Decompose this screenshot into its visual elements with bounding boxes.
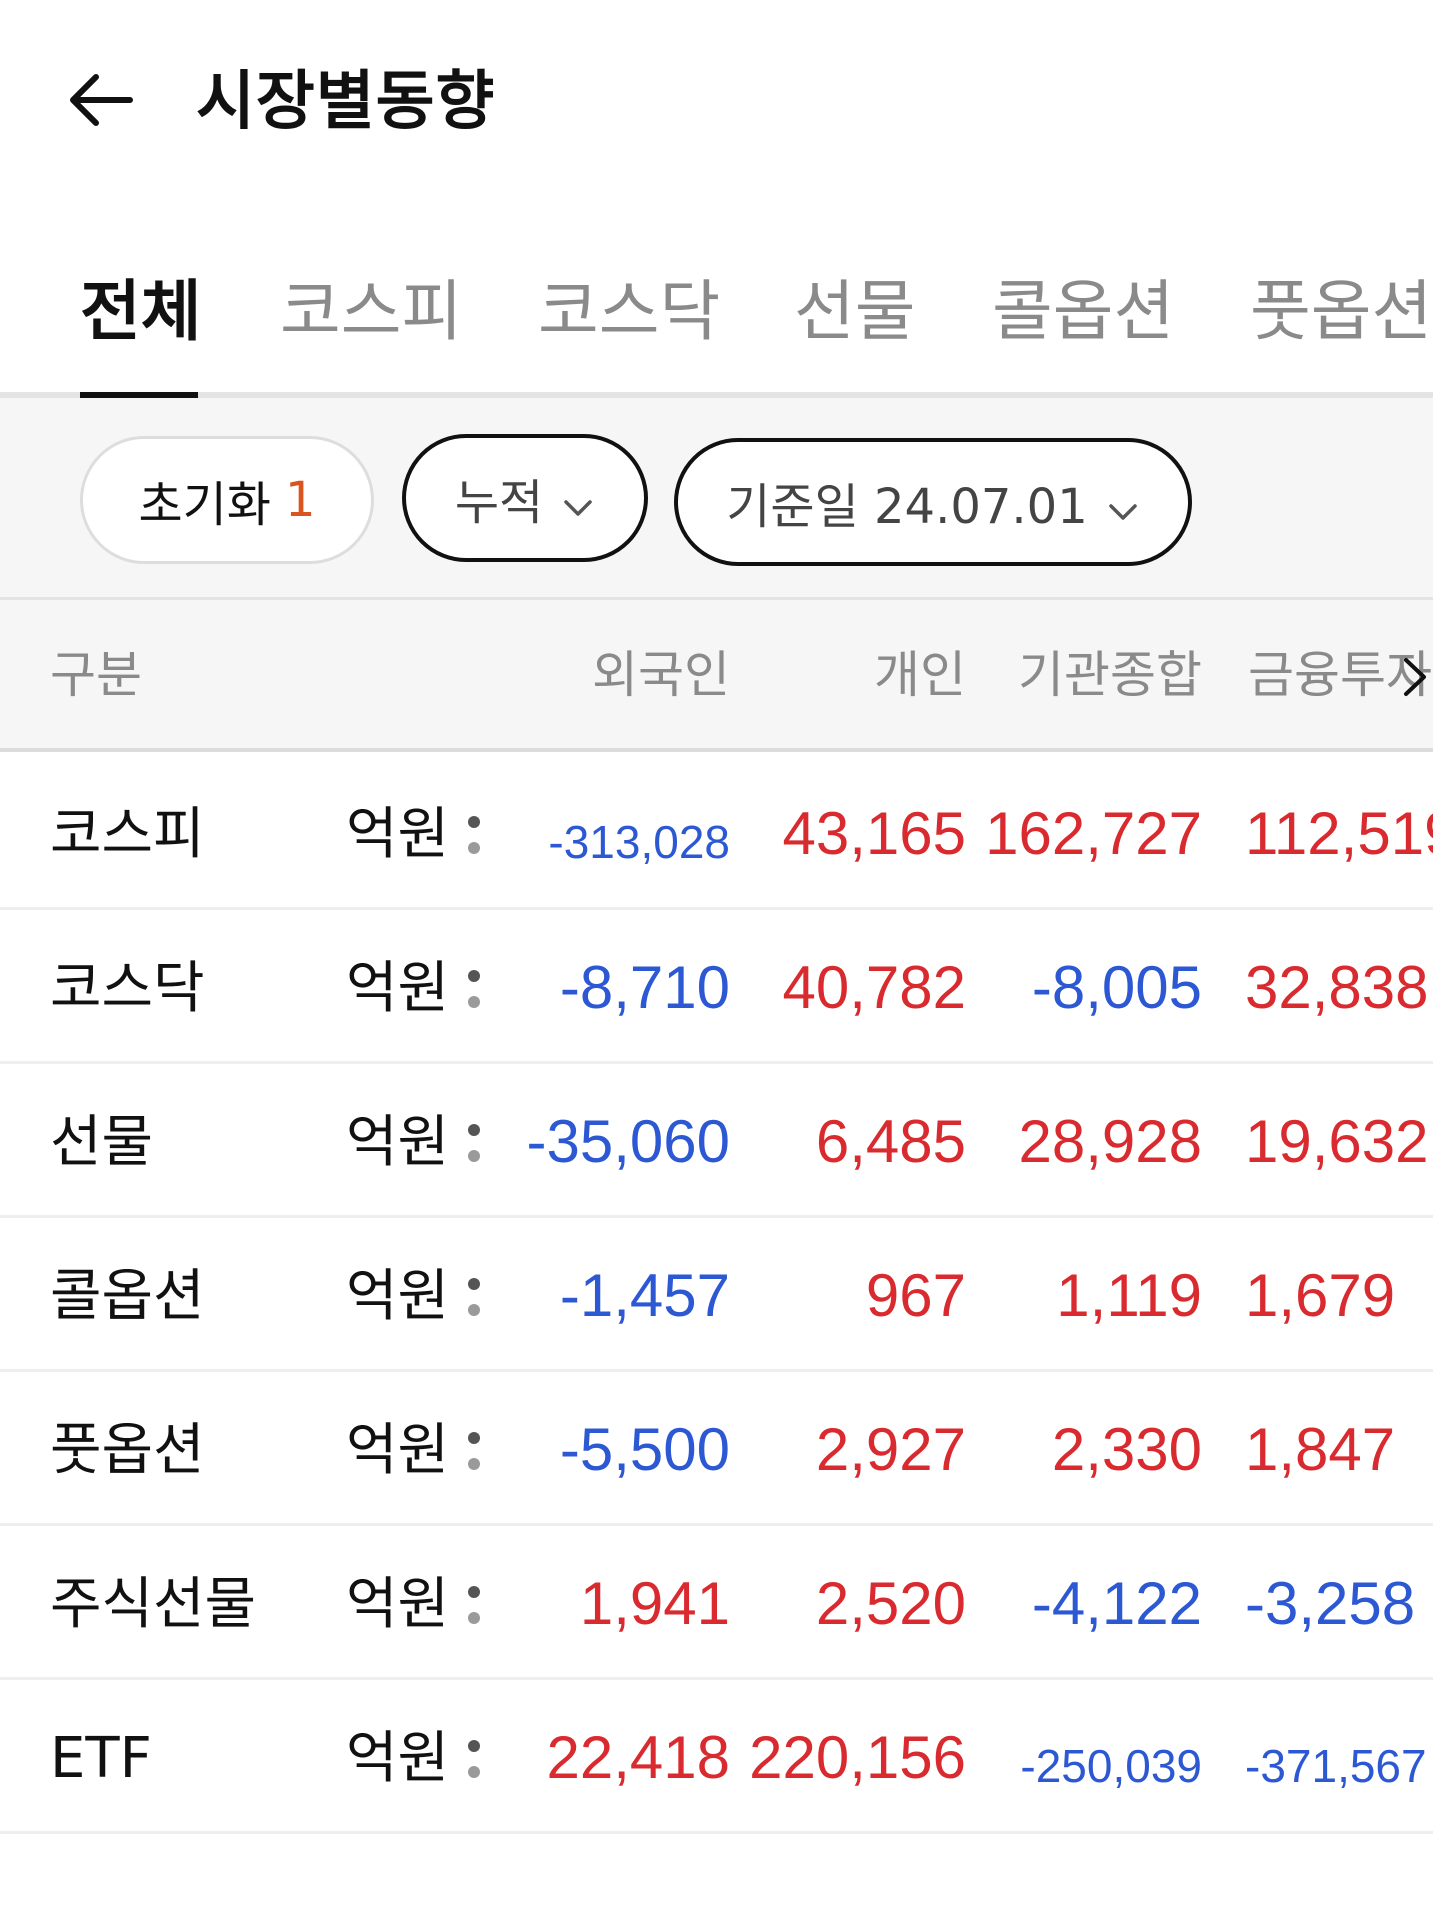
cell-financial: 32,838 xyxy=(1245,954,1429,1021)
tab-futures[interactable]: 선물 xyxy=(794,262,915,392)
tab-kospi[interactable]: 코스피 xyxy=(280,262,462,392)
cell-institution: -4,122 xyxy=(1031,1570,1202,1637)
reset-label: 초기화 xyxy=(138,477,271,533)
accumulation-label: 누적 xyxy=(454,475,544,531)
tab-call-option[interactable]: 콜옵션 xyxy=(992,262,1174,392)
cell-institution: 2,330 xyxy=(1051,1416,1202,1483)
row-unit: 억원 xyxy=(346,1418,450,1483)
cell-individual: 43,165 xyxy=(782,800,966,867)
cell-individual: 967 xyxy=(865,1262,966,1329)
accumulation-dropdown[interactable]: 누적 xyxy=(402,434,648,562)
row-unit: 억원 xyxy=(346,802,450,867)
row-category: 선물 xyxy=(50,1110,154,1175)
row-category: 풋옵션 xyxy=(50,1418,205,1483)
table-row[interactable]: 코스피 억원 -313,028 43,165 162,727 112,519 xyxy=(0,756,1433,910)
header-category: 구분 xyxy=(50,646,142,704)
cell-institution: -8,005 xyxy=(1031,954,1202,1021)
cell-foreign: 1,941 xyxy=(579,1570,730,1637)
row-unit: 억원 xyxy=(346,956,450,1021)
more-vertical-icon[interactable] xyxy=(466,1428,482,1476)
row-category: 주식선물 xyxy=(50,1572,257,1637)
market-trend-screen: 시장별동향 전체 코스피 코스닥 선물 콜옵션 풋옵션 초기화 1 누적 기준일… xyxy=(0,0,1433,1912)
cell-financial: -3,258 xyxy=(1245,1570,1416,1637)
more-vertical-icon[interactable] xyxy=(466,812,482,860)
table-row[interactable]: 콜옵션 억원 -1,457 967 1,119 1,679 xyxy=(0,1218,1433,1372)
header-individual[interactable]: 개인 xyxy=(874,640,966,710)
tab-all[interactable]: 전체 xyxy=(80,262,201,392)
base-date-label: 기준일 24.07.01 xyxy=(726,479,1088,535)
cell-foreign: 22,418 xyxy=(546,1724,730,1791)
more-vertical-icon[interactable] xyxy=(466,1274,482,1322)
table-row[interactable]: 주식선물 억원 1,941 2,520 -4,122 -3,258 xyxy=(0,1526,1433,1680)
more-vertical-icon[interactable] xyxy=(466,1582,482,1630)
row-unit: 억원 xyxy=(346,1726,450,1791)
row-category: ETF xyxy=(50,1726,152,1791)
cell-institution: 162,727 xyxy=(985,800,1202,867)
filter-bar: 초기화 1 누적 기준일 24.07.01 xyxy=(0,398,1433,600)
cell-foreign: -5,500 xyxy=(559,1416,730,1483)
table-header: 구분 외국인 개인 기관종합 금융투자 xyxy=(0,600,1433,752)
cell-individual: 2,927 xyxy=(815,1416,966,1483)
cell-financial: -371,567 xyxy=(1245,1740,1427,1792)
tab-put-option[interactable]: 풋옵션 xyxy=(1250,262,1432,392)
reset-button[interactable]: 초기화 1 xyxy=(80,436,374,564)
table-row[interactable]: 선물 억원 -35,060 6,485 28,928 19,632 xyxy=(0,1064,1433,1218)
market-tabs: 전체 코스피 코스닥 선물 콜옵션 풋옵션 xyxy=(0,262,1433,398)
row-unit: 억원 xyxy=(346,1572,450,1637)
cell-foreign: -1,457 xyxy=(559,1262,730,1329)
cell-institution: 1,119 xyxy=(1056,1262,1202,1329)
cell-foreign: -8,710 xyxy=(559,954,730,1021)
row-category: 콜옵션 xyxy=(50,1264,205,1329)
app-header: 시장별동향 xyxy=(0,0,1433,200)
cell-foreign: -35,060 xyxy=(526,1108,731,1175)
cell-individual: 220,156 xyxy=(749,1724,966,1791)
cell-foreign: -313,028 xyxy=(548,816,730,868)
row-category: 코스피 xyxy=(50,802,205,867)
back-button[interactable] xyxy=(62,60,152,140)
cell-individual: 40,782 xyxy=(782,954,966,1021)
arrow-left-icon xyxy=(70,74,133,126)
more-vertical-icon[interactable] xyxy=(466,1120,482,1168)
page-title: 시장별동향 xyxy=(196,65,496,139)
tab-kosdaq[interactable]: 코스닥 xyxy=(538,262,720,392)
more-vertical-icon[interactable] xyxy=(466,966,482,1014)
more-vertical-icon[interactable] xyxy=(466,1736,482,1784)
row-category: 코스닥 xyxy=(50,956,205,1021)
cell-financial: 112,519 xyxy=(1245,800,1433,867)
chevron-right-icon[interactable] xyxy=(1398,652,1432,702)
header-foreign[interactable]: 외국인 xyxy=(592,640,730,710)
cell-individual: 6,485 xyxy=(815,1108,966,1175)
cell-financial: 1,679 xyxy=(1245,1262,1396,1329)
table-row[interactable]: 코스닥 억원 -8,710 40,782 -8,005 32,838 xyxy=(0,910,1433,1064)
table-row[interactable]: ETF 억원 22,418 220,156 -250,039 -371,567 xyxy=(0,1680,1433,1834)
header-institution[interactable]: 기관종합 xyxy=(1018,640,1202,710)
row-unit: 억원 xyxy=(346,1110,450,1175)
base-date-dropdown[interactable]: 기준일 24.07.01 xyxy=(674,438,1192,566)
row-unit: 억원 xyxy=(346,1264,450,1329)
cell-individual: 2,520 xyxy=(815,1570,966,1637)
cell-financial: 19,632 xyxy=(1245,1108,1429,1175)
chevron-down-icon xyxy=(1106,485,1140,520)
filter-count-badge: 1 xyxy=(284,472,316,528)
cell-financial: 1,847 xyxy=(1245,1416,1396,1483)
table-row[interactable]: 풋옵션 억원 -5,500 2,927 2,330 1,847 xyxy=(0,1372,1433,1526)
chevron-down-icon xyxy=(561,481,595,516)
cell-institution: 28,928 xyxy=(1018,1108,1202,1175)
cell-institution: -250,039 xyxy=(1020,1740,1202,1792)
